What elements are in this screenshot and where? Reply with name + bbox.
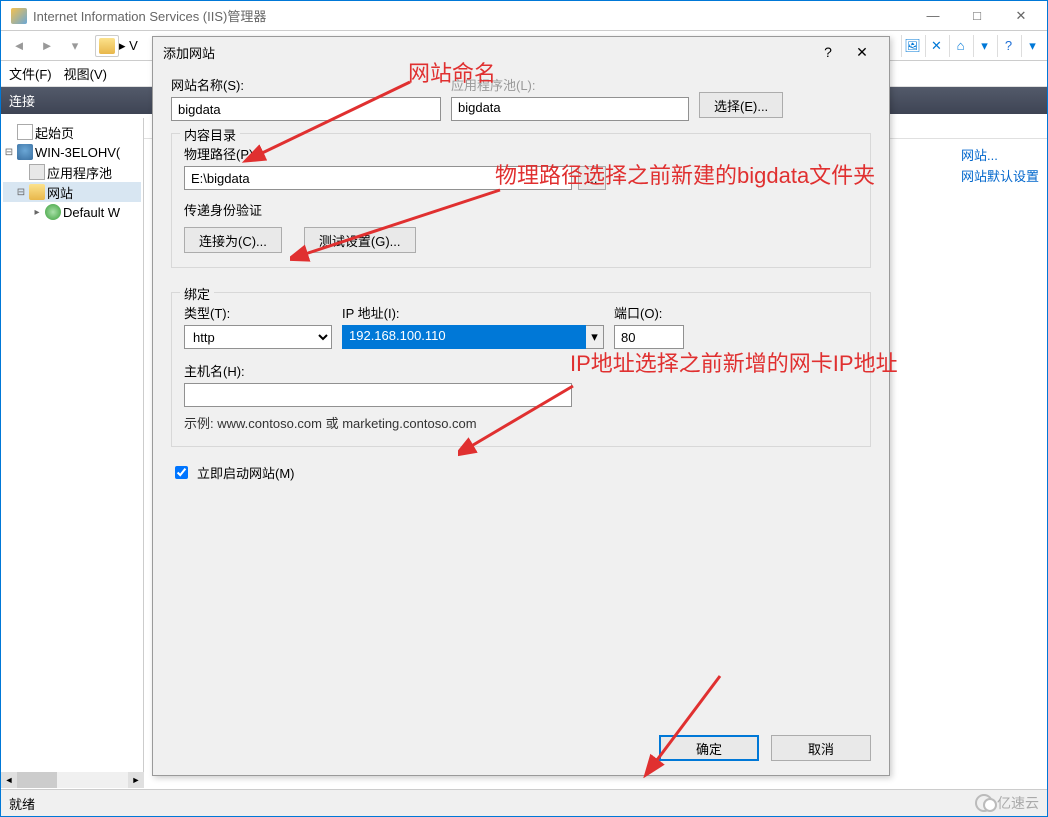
toolbar-icon-3[interactable]: ⌂ bbox=[949, 35, 971, 57]
link-site-defaults[interactable]: 网站默认设置 bbox=[961, 166, 1039, 185]
sites-icon bbox=[29, 184, 45, 200]
tree-scrollbar[interactable]: ◄► bbox=[1, 772, 144, 788]
browse-path-button[interactable]: ... bbox=[578, 166, 606, 190]
content-fieldset: 内容目录 物理路径(P): ... 传递身份验证 连接为(C)... 测试设置(… bbox=[171, 133, 871, 268]
content-legend: 内容目录 bbox=[180, 125, 240, 144]
type-select[interactable]: http bbox=[184, 325, 332, 349]
tree-start-page[interactable]: 起始页 bbox=[3, 122, 141, 142]
app-icon bbox=[11, 8, 27, 24]
help-icon[interactable]: ? bbox=[997, 35, 1019, 57]
nav-forward-button[interactable]: ► bbox=[33, 34, 61, 58]
dialog-titlebar: 添加网站 ? ✕ bbox=[153, 37, 889, 67]
nav-back-button[interactable]: ◄ bbox=[5, 34, 33, 58]
site-name-input[interactable] bbox=[171, 97, 441, 121]
menu-view[interactable]: 视图(V) bbox=[64, 64, 107, 83]
maximize-button[interactable]: □ bbox=[955, 2, 999, 30]
binding-fieldset: 绑定 类型(T): http IP 地址(I): 192.168.100.110… bbox=[171, 292, 871, 447]
toolbar-icon-5[interactable]: ▾ bbox=[1021, 35, 1043, 57]
physical-path-label: 物理路径(P): bbox=[184, 144, 858, 163]
start-now-label: 立即启动网站(M) bbox=[197, 463, 295, 482]
start-now-checkbox[interactable] bbox=[175, 466, 188, 479]
window-title: Internet Information Services (IIS)管理器 bbox=[33, 6, 911, 25]
brand-ring-icon bbox=[975, 794, 993, 812]
connect-as-button[interactable]: 连接为(C)... bbox=[184, 227, 282, 253]
test-settings-button[interactable]: 测试设置(G)... bbox=[304, 227, 416, 253]
connections-tree-pane: 起始页 ⊟ WIN-3ELOHV( 应用程序池 ⊟ 网站 ▸ Default W bbox=[1, 118, 144, 788]
binding-legend: 绑定 bbox=[180, 284, 214, 303]
breadcrumb-icon[interactable] bbox=[95, 35, 119, 57]
hostname-input[interactable] bbox=[184, 383, 572, 407]
status-text: 就绪 bbox=[9, 794, 35, 813]
toolbar-icon-1[interactable]: 🖼 bbox=[901, 35, 923, 57]
cancel-button[interactable]: 取消 bbox=[771, 735, 871, 761]
port-input[interactable] bbox=[614, 325, 684, 349]
status-bar: 就绪 亿速云 bbox=[1, 789, 1047, 816]
hostname-label: 主机名(H): bbox=[184, 361, 858, 380]
minimize-button[interactable]: — bbox=[911, 2, 955, 30]
dialog-close-button[interactable]: ✕ bbox=[845, 40, 879, 64]
app-pool-label: 应用程序池(L): bbox=[451, 75, 689, 94]
tree-server-node[interactable]: ⊟ WIN-3ELOHV( bbox=[3, 142, 141, 162]
ip-label: IP 地址(I): bbox=[342, 303, 604, 322]
titlebar: Internet Information Services (IIS)管理器 —… bbox=[1, 1, 1047, 31]
menu-file[interactable]: 文件(F) bbox=[9, 64, 52, 83]
actions-links: 网站... 网站默认设置 bbox=[961, 145, 1039, 187]
dialog-title-text: 添加网站 bbox=[163, 43, 215, 62]
hostname-example: 示例: www.contoso.com 或 marketing.contoso.… bbox=[184, 413, 858, 432]
physical-path-input[interactable] bbox=[184, 166, 572, 190]
nav-dropdown-button[interactable]: ▾ bbox=[61, 34, 89, 58]
globe-icon bbox=[45, 204, 61, 220]
auth-section-label: 传递身份验证 bbox=[184, 200, 858, 219]
app-pools-icon bbox=[29, 164, 45, 180]
ip-dropdown-button[interactable]: ▾ bbox=[586, 325, 604, 349]
toolbar-icon-2[interactable]: ✕ bbox=[925, 35, 947, 57]
site-name-label: 网站名称(S): bbox=[171, 75, 441, 94]
page-icon bbox=[17, 124, 33, 140]
ip-address-input[interactable]: 192.168.100.110 bbox=[342, 325, 586, 349]
close-button[interactable]: ✕ bbox=[999, 2, 1043, 30]
tree-default-website[interactable]: ▸ Default W bbox=[3, 202, 141, 222]
breadcrumb-text: ▸ V bbox=[119, 38, 138, 54]
port-label: 端口(O): bbox=[614, 303, 684, 322]
server-icon bbox=[17, 144, 33, 160]
ok-button[interactable]: 确定 bbox=[659, 735, 759, 761]
link-add-site[interactable]: 网站... bbox=[961, 145, 1039, 164]
type-label: 类型(T): bbox=[184, 303, 332, 322]
brand-logo: 亿速云 bbox=[975, 793, 1039, 813]
dialog-help-button[interactable]: ? bbox=[811, 40, 845, 64]
app-pool-display: bigdata bbox=[451, 97, 689, 121]
add-website-dialog: 添加网站 ? ✕ 网站名称(S): 应用程序池(L): bigdata 选择(E… bbox=[152, 36, 890, 776]
select-app-pool-button[interactable]: 选择(E)... bbox=[699, 92, 783, 118]
toolbar-icon-4[interactable]: ▾ bbox=[973, 35, 995, 57]
tree-app-pools[interactable]: 应用程序池 bbox=[3, 162, 141, 182]
tree-sites[interactable]: ⊟ 网站 bbox=[3, 182, 141, 202]
